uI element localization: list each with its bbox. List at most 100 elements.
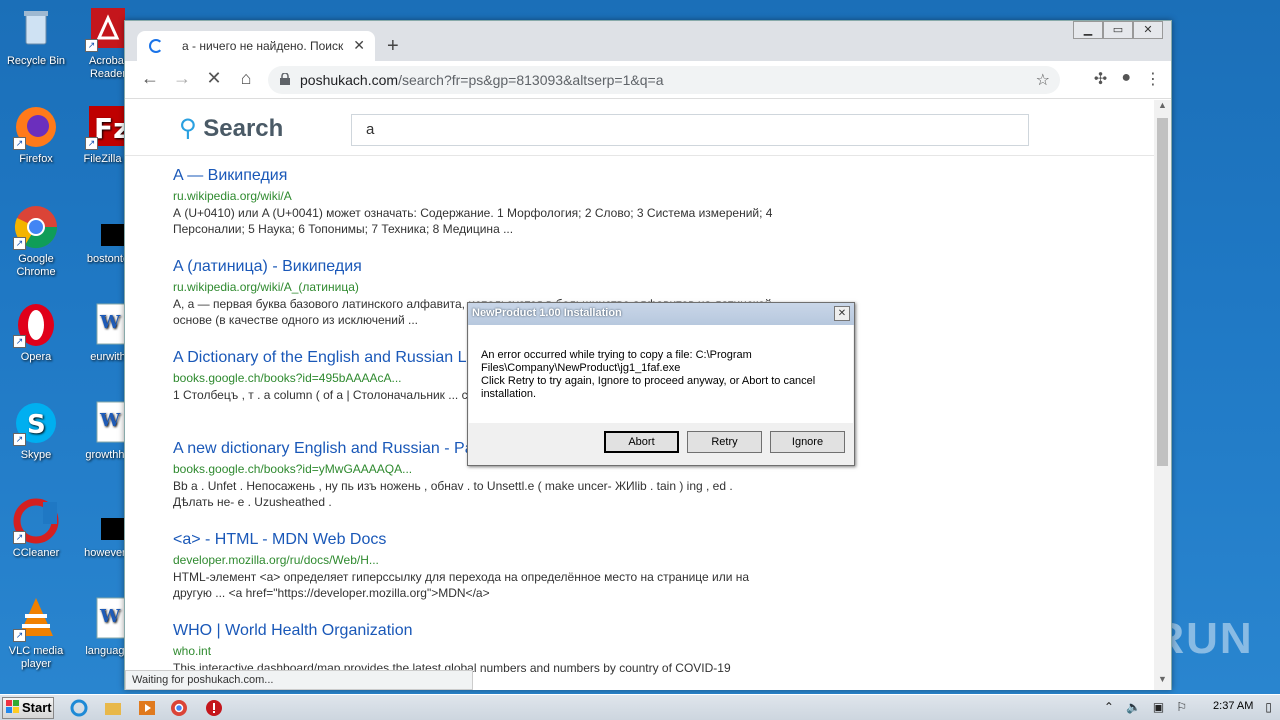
desktop-icon-label: Skype [20,449,52,461]
svg-text:S: S [27,410,46,440]
desktop-icon-label: Recycle Bin [6,55,66,67]
desktop-icon-ccleaner[interactable]: ↗ CCleaner [0,498,72,560]
profile-icon[interactable]: ● [1121,69,1131,89]
shortcut-arrow-icon: ↗ [13,335,26,348]
internet-explorer-icon[interactable] [70,699,88,717]
skype-icon: S ↗ [13,400,59,446]
desktop-icon-label: CCleaner [12,547,60,559]
scrollbar-thumb[interactable] [1157,118,1168,466]
menu-icon[interactable]: ⋮ [1145,69,1161,89]
desktop-icon-skype[interactable]: S ↗ Skype [0,400,72,462]
shortcut-arrow-icon: ↗ [13,237,26,250]
dialog-close-button[interactable]: ✕ [834,306,850,321]
desktop-icon-label: VLC media player [8,645,64,670]
system-tray: ⌃ 🔈 ▣ ⚐ 2:37 AM ▯ [1104,700,1272,714]
ccleaner-icon: ↗ [13,498,59,544]
desktop-icon-label: Opera [20,351,52,363]
action-center-flag-icon[interactable]: ⚐ [1176,700,1187,714]
window-controls: ▁ ▭ ✕ [1073,21,1163,39]
result-title-link[interactable]: A (латиница) - Википедия [173,256,813,278]
dialog-title: NewProduct 1.00 Installation [468,303,854,325]
bookmark-star-icon[interactable]: ☆ [1036,70,1050,90]
shortcut-arrow-icon: ↗ [85,39,98,52]
desktop-icon-chrome[interactable]: ↗ Google Chrome [0,204,72,279]
show-desktop-button[interactable]: ▯ [1265,700,1272,714]
stop-button[interactable]: ✕ [203,68,225,89]
shortcut-arrow-icon: ↗ [85,137,98,150]
firefox-icon: ↗ [13,104,59,150]
file-explorer-icon[interactable] [104,699,122,717]
svg-text:W: W [99,606,121,627]
browser-toolbar: ← → ✕ ⌂ poshukach.com/search?fr=ps&gp=81… [125,61,1171,99]
back-button[interactable]: ← [139,68,161,89]
lock-icon [280,73,290,85]
vlc-icon: ↗ [13,596,59,642]
chrome-icon: ↗ [13,204,59,250]
desktop-icon-label: Google Chrome [16,253,56,278]
result-url[interactable]: who.int [173,642,813,660]
desktop-icon-label: Firefox [19,153,53,165]
abort-button[interactable]: Abort [604,431,679,453]
tab-title: a - ничего не найдено. Поиск [182,39,344,53]
browser-tab[interactable]: a - ничего не найдено. Поиск ✕ [137,31,375,61]
taskbar-clock[interactable]: 2:37 AM [1213,700,1253,714]
taskbar: Start ⌃ 🔈 ▣ ⚐ 2:37 AM ▯ [0,694,1280,720]
search-result: <a> - HTML - MDN Web Docs developer.mozi… [173,529,813,620]
shortcut-arrow-icon: ↗ [13,433,26,446]
volume-icon[interactable]: 🔈 [1126,700,1141,714]
start-label: Start [22,700,52,715]
chrome-taskbar-icon[interactable] [170,699,188,717]
recycle-bin-icon [13,6,59,52]
start-button[interactable]: Start [2,697,54,719]
page-scrollbar[interactable]: ▲ ▼ [1154,100,1171,690]
desktop-icon-firefox[interactable]: ↗ Firefox [0,104,72,166]
search-logo[interactable]: ⚲ Search [179,114,283,143]
search-input[interactable]: a [351,114,1029,146]
shortcut-arrow-icon: ↗ [13,531,26,544]
extensions-icon[interactable]: ✣ [1094,69,1107,89]
result-url[interactable]: ru.wikipedia.org/wiki/A_(латиница) [173,278,813,296]
result-snippet: Bb a . Unfet . Непосажень , ну пь изъ но… [173,479,733,509]
shortcut-arrow-icon: ↗ [13,137,26,150]
retry-button[interactable]: Retry [687,431,762,453]
result-snippet: А (U+0410) или A (U+0041) может означать… [173,206,773,236]
svg-text:W: W [99,312,121,333]
home-button[interactable]: ⌂ [235,68,257,89]
result-title-link[interactable]: A — Википедия [173,165,813,187]
new-tab-button[interactable]: + [387,35,399,58]
scroll-up-icon[interactable]: ▲ [1154,100,1171,116]
search-icon: ⚲ [179,115,197,142]
url-host: poshukach.com [300,72,399,88]
maximize-button[interactable]: ▭ [1103,21,1133,39]
svg-text:W: W [99,410,121,431]
desktop-icon-recycle-bin[interactable]: Recycle Bin [0,6,72,68]
forward-button[interactable]: → [171,68,193,89]
installer-error-dialog: NewProduct 1.00 Installation ✕ An error … [467,302,855,466]
search-header: ⚲ Search a [125,100,1155,156]
result-url[interactable]: developer.mozilla.org/ru/docs/Web/H... [173,551,813,569]
tab-close-icon[interactable]: ✕ [353,37,365,54]
result-url[interactable]: ru.wikipedia.org/wiki/A [173,187,813,205]
result-title-link[interactable]: <a> - HTML - MDN Web Docs [173,529,813,551]
address-bar[interactable]: poshukach.com/search?fr=ps&gp=813093&alt… [268,66,1060,94]
loading-spinner-icon [149,39,163,53]
result-snippet: HTML-элемент <a> определяет гиперссылку … [173,570,750,600]
dialog-body: An error occurred while trying to copy a… [469,325,853,423]
antivirus-icon[interactable] [205,699,223,717]
tray-expand-icon[interactable]: ⌃ [1104,700,1114,714]
ignore-button[interactable]: Ignore [770,431,845,453]
desktop-icon-opera[interactable]: ↗ Opera [0,302,72,364]
logo-text: Search [203,115,284,142]
dialog-message: An error occurred while trying to copy a… [481,349,816,400]
status-bubble: Waiting for poshukach.com... [125,670,473,690]
close-window-button[interactable]: ✕ [1133,21,1163,39]
media-player-icon[interactable] [138,699,156,717]
network-icon[interactable]: ▣ [1153,700,1164,714]
minimize-button[interactable]: ▁ [1073,21,1103,39]
scroll-down-icon[interactable]: ▼ [1154,674,1171,690]
result-title-link[interactable]: WHO | World Health Organization [173,620,813,642]
search-result: A — Википедия ru.wikipedia.org/wiki/A А … [173,165,813,256]
url-path: /search?fr=ps&gp=813093&altserp=1&q=a [398,72,664,88]
desktop-icon-vlc[interactable]: ↗ VLC media player [0,596,72,671]
shortcut-arrow-icon: ↗ [13,629,26,642]
